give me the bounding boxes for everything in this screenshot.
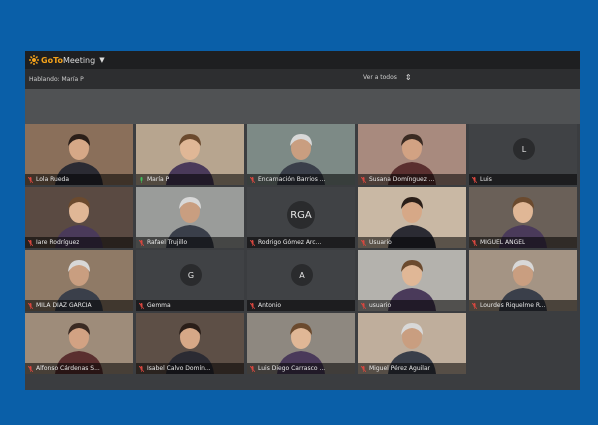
participant-label: Rafael Trujillo — [136, 237, 244, 248]
participant-label: Susana Domínguez ... — [358, 174, 466, 185]
participant-label: Lola Rueda — [25, 174, 133, 185]
participant-name: Lola Rueda — [36, 176, 70, 183]
participant-tile[interactable]: MILA DÍAZ GARCÍA — [25, 250, 133, 311]
app-brand[interactable]: GoToMeeting — [41, 56, 95, 65]
participant-tile[interactable]: Isabel Calvo Domín... — [136, 313, 244, 374]
participant-avatar: RGA — [287, 201, 315, 229]
participant-tile[interactable]: Susana Domínguez ... — [358, 124, 466, 185]
participant-label: Rodrigo Gómez Arc... — [247, 237, 355, 248]
participant-name: Usuario — [369, 239, 392, 246]
participant-label: Luis — [469, 174, 577, 185]
participant-name: Miguel Pérez Aguilar — [369, 365, 431, 372]
participant-tile[interactable]: Lola Rueda — [25, 124, 133, 185]
spacer-band — [25, 89, 580, 124]
participant-label: María P — [136, 174, 244, 185]
microphone-muted-icon — [472, 239, 477, 246]
participant-name: MILA DÍAZ GARCÍA — [36, 302, 92, 309]
meeting-window: GoToMeeting ▼ Hablando: María P Ver a to… — [25, 51, 580, 390]
brand-light: Meeting — [62, 55, 96, 65]
microphone-muted-icon — [139, 239, 144, 246]
participant-tile[interactable]: Rafael Trujillo — [136, 187, 244, 248]
participant-label: MILA DÍAZ GARCÍA — [25, 300, 133, 311]
participant-label: Lourdes Riquelme R... — [469, 300, 577, 311]
participant-tile[interactable]: Alfonso Cárdenas S... — [25, 313, 133, 374]
microphone-muted-icon — [472, 302, 477, 309]
participant-tile[interactable]: Encarnación Barrios ... — [247, 124, 355, 185]
participant-tile[interactable]: Luis Diego Carrasco ... — [247, 313, 355, 374]
participant-label: Isabel Calvo Domín... — [136, 363, 244, 374]
participant-name: Encarnación Barrios ... — [258, 176, 326, 183]
participant-name: Alfonso Cárdenas S... — [36, 365, 100, 372]
participant-name: Lourdes Riquelme R... — [480, 302, 546, 309]
microphone-muted-icon — [250, 302, 255, 309]
microphone-muted-icon — [28, 365, 33, 372]
participant-tile[interactable]: Miguel Pérez Aguilar — [358, 313, 466, 374]
participant-tile[interactable]: RGA Rodrigo Gómez Arc... — [247, 187, 355, 248]
participant-name: Susana Domínguez ... — [369, 176, 435, 183]
participant-label: usuario — [358, 300, 466, 311]
participant-name: Antonio — [258, 302, 282, 309]
microphone-muted-icon — [361, 302, 366, 309]
brand-bold: GoTo — [41, 55, 63, 65]
chevron-down-icon[interactable]: ▼ — [99, 56, 104, 64]
microphone-muted-icon — [250, 365, 255, 372]
speaking-indicator: Hablando: María P — [29, 75, 84, 83]
view-all-selector[interactable]: Ver a todos ⇕ — [363, 73, 412, 82]
microphone-muted-icon — [139, 302, 144, 309]
participant-label: Alfonso Cárdenas S... — [25, 363, 133, 374]
participant-label: Iare Rodríguez — [25, 237, 133, 248]
participant-label: Antonio — [247, 300, 355, 311]
participant-tile[interactable]: Iare Rodríguez — [25, 187, 133, 248]
microphone-muted-icon — [28, 176, 33, 183]
participant-name: Iare Rodríguez — [36, 239, 80, 246]
participant-avatar: L — [513, 138, 535, 160]
participant-tile[interactable]: A Antonio — [247, 250, 355, 311]
participant-tile[interactable]: usuario — [358, 250, 466, 311]
microphone-muted-icon — [361, 239, 366, 246]
participant-label: Luis Diego Carrasco ... — [247, 363, 355, 374]
participant-tile[interactable]: Lourdes Riquelme R... — [469, 250, 577, 311]
participant-name: Luis — [480, 176, 492, 183]
view-all-label: Ver a todos — [363, 74, 397, 81]
participant-grid: Lola Rueda María P Encarnación Barrios ...… — [25, 124, 580, 390]
participant-label: Miguel Pérez Aguilar — [358, 363, 466, 374]
participant-tile[interactable]: MIGUEL ANGEL — [469, 187, 577, 248]
participant-avatar: A — [291, 264, 313, 286]
title-bar: GoToMeeting ▼ — [25, 51, 580, 69]
microphone-muted-icon — [361, 176, 366, 183]
participant-tile[interactable]: G Gemma — [136, 250, 244, 311]
participant-tile[interactable]: L Luis — [469, 124, 577, 185]
participant-tile[interactable]: Usuario — [358, 187, 466, 248]
microphone-muted-icon — [250, 176, 255, 183]
participant-name: María P — [147, 176, 170, 183]
participant-avatar: G — [180, 264, 202, 286]
status-bar: Hablando: María P Ver a todos ⇕ — [25, 69, 580, 89]
participant-name: Gemma — [147, 302, 171, 309]
participant-name: Luis Diego Carrasco ... — [258, 365, 326, 372]
participant-name: Isabel Calvo Domín... — [147, 365, 211, 372]
gotomeeting-logo-icon — [29, 55, 39, 65]
participant-label: Encarnación Barrios ... — [247, 174, 355, 185]
participant-name: Rafael Trujillo — [147, 239, 188, 246]
microphone-muted-icon — [361, 365, 366, 372]
participant-label: Gemma — [136, 300, 244, 311]
microphone-muted-icon — [139, 365, 144, 372]
participant-tile[interactable]: María P — [136, 124, 244, 185]
up-down-arrows-icon: ⇕ — [404, 73, 412, 82]
participant-label: MIGUEL ANGEL — [469, 237, 577, 248]
microphone-muted-icon — [28, 239, 33, 246]
microphone-muted-icon — [250, 239, 255, 246]
microphone-active-icon — [140, 176, 143, 183]
microphone-muted-icon — [472, 176, 477, 183]
participant-label: Usuario — [358, 237, 466, 248]
microphone-muted-icon — [28, 302, 33, 309]
participant-name: MIGUEL ANGEL — [480, 239, 526, 246]
participant-name: Rodrigo Gómez Arc... — [258, 239, 322, 246]
participant-name: usuario — [369, 302, 392, 309]
